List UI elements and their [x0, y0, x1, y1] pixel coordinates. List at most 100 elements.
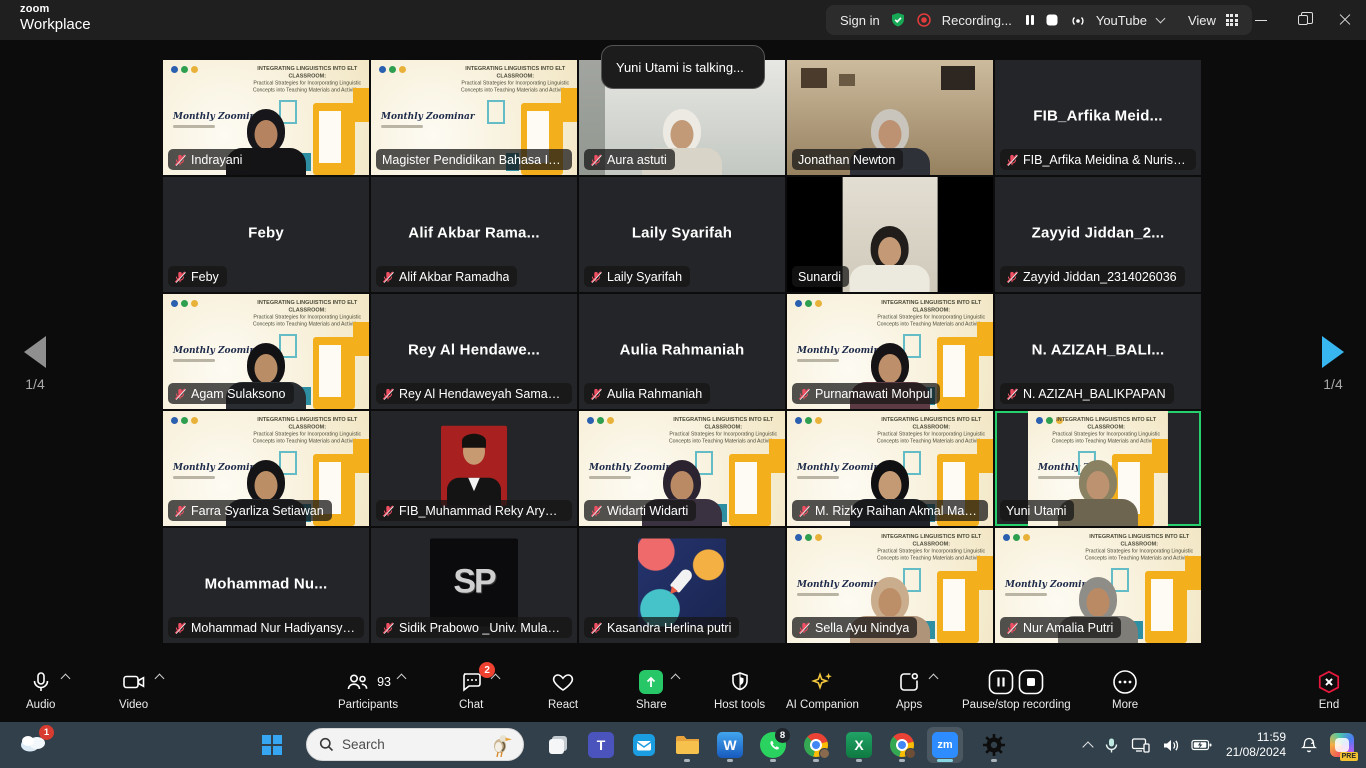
participant-tile[interactable]: Jonathan Newton	[787, 60, 993, 175]
participant-tile[interactable]: INTEGRATING LINGUISTICS INTO ELT CLASSRO…	[579, 411, 785, 526]
participant-tile[interactable]: Sunardi	[787, 177, 993, 292]
participant-tile[interactable]: INTEGRATING LINGUISTICS INTO ELT CLASSRO…	[371, 60, 577, 175]
video-chevron-icon[interactable]	[154, 674, 164, 684]
pause-recording-icon[interactable]	[1022, 12, 1038, 28]
whatsapp-button[interactable]: 8	[755, 727, 791, 763]
participant-tile[interactable]: INTEGRATING LINGUISTICS INTO ELT CLASSRO…	[995, 528, 1201, 643]
page-indicator-left: 1/4	[12, 376, 58, 392]
stop-recording-icon[interactable]	[1044, 12, 1060, 28]
pause-record-icon[interactable]	[988, 669, 1014, 695]
copilot-preview-button[interactable]: PRE	[1324, 727, 1366, 763]
tray-overflow-button[interactable]	[1078, 727, 1098, 763]
gallery-next-button[interactable]: 1/4	[1310, 336, 1356, 392]
participant-tile[interactable]: Aulia RahmaniahAulia Rahmaniah	[579, 294, 785, 409]
participant-name: Zayyid Jiddan_2314026036	[1023, 270, 1177, 284]
minimize-button[interactable]	[1240, 0, 1282, 40]
participant-tile[interactable]: Zayyid Jiddan_2...Zayyid Jiddan_23140260…	[995, 177, 1201, 292]
ai-companion-button[interactable]: AI Companion	[786, 669, 859, 711]
mail-app-button[interactable]	[626, 727, 662, 763]
tray-display-icon[interactable]	[1125, 727, 1156, 763]
view-grid-icon[interactable]	[1226, 14, 1238, 26]
chrome-profile2-button[interactable]	[884, 727, 920, 763]
muted-mic-icon	[590, 154, 602, 166]
word-app-button[interactable]: W	[712, 727, 748, 763]
zoom-app-icon: zm	[932, 732, 958, 758]
poster-header-text: INTEGRATING LINGUISTICS INTO ELT CLASSRO…	[874, 299, 990, 328]
sign-in-link[interactable]: Sign in	[840, 13, 880, 28]
participant-tile[interactable]: INTEGRATING LINGUISTICS INTO ELT CLASSRO…	[787, 411, 993, 526]
participant-tile[interactable]: Mohammad Nu...Mohammad Nur Hadiyansyah	[163, 528, 369, 643]
settings-button[interactable]	[976, 727, 1012, 763]
copilot-icon: PRE	[1330, 733, 1354, 757]
more-button[interactable]: More	[1112, 669, 1138, 711]
participant-tile[interactable]: SPSidik Prabowo _Univ. Mulawar...	[371, 528, 577, 643]
participant-display-name: Mohammad Nu...	[163, 575, 369, 592]
participant-name-label: Laily Syarifah	[584, 266, 690, 287]
participant-tile[interactable]: FIB_Muhammad Reky Arya Nu...	[371, 411, 577, 526]
participant-tile[interactable]: Laily SyarifahLaily Syarifah	[579, 177, 785, 292]
word-icon: W	[717, 732, 743, 758]
audio-chevron-icon[interactable]	[60, 674, 70, 684]
participant-tile[interactable]: INTEGRATING LINGUISTICS INTO ELT CLASSRO…	[163, 294, 369, 409]
audio-button[interactable]: Audio	[26, 669, 55, 711]
profile-photo	[441, 425, 507, 505]
more-ellipsis-icon	[1112, 669, 1138, 695]
profile-logo: SP	[430, 538, 518, 626]
youtube-chevron-down-icon[interactable]	[1155, 14, 1165, 24]
participant-tile[interactable]: INTEGRATING LINGUISTICS INTO ELT CLASSRO…	[787, 528, 993, 643]
ai-sparkle-icon	[809, 670, 835, 694]
apps-chevron-icon[interactable]	[929, 674, 939, 684]
tray-battery-icon[interactable]	[1185, 727, 1218, 763]
widgets-cloud-button[interactable]: 1	[18, 730, 52, 760]
video-button[interactable]: Video	[119, 669, 148, 711]
share-button[interactable]: Share	[636, 669, 667, 711]
participant-tile[interactable]: N. AZIZAH_BALI...N. AZIZAH_BALIKPAPAN	[995, 294, 1201, 409]
participant-tile[interactable]: FIB_Arfika Meid...FIB_Arfika Meidina & N…	[995, 60, 1201, 175]
task-view-button[interactable]	[540, 727, 576, 763]
excel-app-button[interactable]: X	[841, 727, 877, 763]
view-label[interactable]: View	[1188, 13, 1216, 28]
participant-tile[interactable]: INTEGRATING LINGUISTICS INTO ELT CLASSRO…	[163, 411, 369, 526]
chat-chevron-icon[interactable]	[491, 674, 501, 684]
participant-name: Magister Pendidikan Bahasa Ing...	[382, 153, 564, 167]
participants-icon	[345, 670, 371, 694]
poster-header-text: INTEGRATING LINGUISTICS INTO ELT CLASSRO…	[250, 416, 366, 445]
end-button[interactable]: End	[1316, 669, 1342, 711]
participants-button[interactable]: 93 Participants	[338, 669, 398, 711]
participants-chevron-icon[interactable]	[397, 674, 407, 684]
security-shield-icon[interactable]	[890, 12, 906, 28]
participant-tile[interactable]: Rey Al Hendawe...Rey Al Hendaweyah Saman…	[371, 294, 577, 409]
tray-volume-icon[interactable]	[1156, 727, 1185, 763]
zoom-app-button[interactable]: zm	[927, 727, 963, 763]
file-explorer-button[interactable]	[669, 727, 705, 763]
react-button[interactable]: React	[548, 669, 578, 711]
muted-mic-icon	[382, 388, 394, 400]
participant-tile[interactable]: Alif Akbar Rama...Alif Akbar Ramadha	[371, 177, 577, 292]
stop-record-icon[interactable]	[1018, 669, 1044, 695]
chat-button[interactable]: 2 Chat	[459, 669, 483, 711]
participant-tile[interactable]: FebyFeby	[163, 177, 369, 292]
start-button[interactable]	[254, 727, 290, 763]
participant-name: Sidik Prabowo _Univ. Mulawar...	[399, 621, 564, 635]
close-button[interactable]	[1324, 0, 1366, 40]
notification-bell-button[interactable]: z	[1294, 727, 1324, 763]
taskbar-clock[interactable]: 11:59 21/08/2024	[1218, 730, 1294, 760]
share-chevron-icon[interactable]	[671, 674, 681, 684]
profile-artwork	[638, 538, 726, 626]
chrome-profile1-button[interactable]	[798, 727, 834, 763]
youtube-live-label[interactable]: YouTube	[1096, 13, 1147, 28]
host-tools-button[interactable]: Host tools	[714, 669, 765, 711]
restore-button[interactable]	[1282, 0, 1324, 40]
taskbar-search[interactable]: Search	[306, 728, 524, 761]
gallery-prev-button[interactable]: 1/4	[12, 336, 58, 392]
tray-microphone-icon[interactable]	[1098, 727, 1125, 763]
poster-header-text: INTEGRATING LINGUISTICS INTO ELT CLASSRO…	[250, 299, 366, 328]
participant-tile[interactable]: INTEGRATING LINGUISTICS INTO ELT CLASSRO…	[787, 294, 993, 409]
apps-button[interactable]: Apps	[896, 669, 922, 711]
pause-stop-recording-button[interactable]: Pause/stop recording	[962, 669, 1071, 711]
participant-tile[interactable]: INTEGRATING LINGUISTICS INTO ELT CLASSRO…	[163, 60, 369, 175]
participant-tile[interactable]: INTEGRATING LINGUISTICS INTO ELT CLASSRO…	[995, 411, 1201, 526]
preview-badge: PRE	[1340, 752, 1358, 761]
participant-tile[interactable]: Kasandra Herlina putri	[579, 528, 785, 643]
teams-app-button[interactable]: T	[583, 727, 619, 763]
